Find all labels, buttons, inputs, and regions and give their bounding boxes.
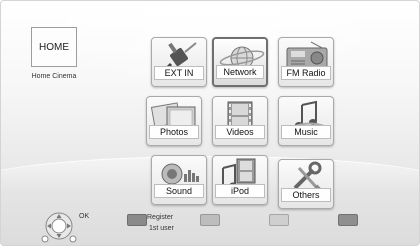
background-swoosh (1, 156, 419, 217)
photos-icon (150, 102, 196, 130)
remote-cursor-ok-icon (41, 212, 77, 243)
tile-music[interactable]: Music (278, 96, 334, 146)
network-globe-icon (219, 46, 265, 70)
tile-label: iPod (215, 184, 265, 198)
ipod-icon (217, 158, 256, 190)
tile-sound[interactable]: Sound (151, 155, 207, 205)
home-subtitle: Home Cinema (31, 73, 77, 80)
tile-label: EXT IN (154, 66, 204, 80)
footer-guide: OK Register 1st user (1, 209, 419, 245)
blue-key-icon (338, 214, 358, 226)
tile-label: FM Radio (281, 66, 331, 80)
home-title: HOME (39, 41, 69, 53)
green-key-icon (200, 214, 220, 226)
tile-ipod[interactable]: iPod (212, 155, 268, 205)
tile-network[interactable]: Network (212, 37, 268, 87)
ext-in-plug-icon (159, 42, 197, 76)
music-note-icon (288, 100, 328, 130)
tile-fm-radio[interactable]: FM Radio (278, 37, 334, 87)
tile-others[interactable]: Others (278, 159, 334, 209)
register-user-hint: Register 1st user (147, 212, 197, 234)
register-line1: Register (147, 214, 174, 221)
film-strip-icon (227, 101, 253, 131)
red-key-icon (127, 214, 147, 226)
tile-label: Videos (215, 125, 265, 139)
register-line2: 1st user (149, 225, 174, 232)
tile-videos[interactable]: Videos (212, 96, 268, 146)
tile-label: Music (281, 125, 331, 139)
radio-icon (286, 41, 328, 69)
tile-photos[interactable]: Photos (146, 96, 202, 146)
home-title-box: HOME (31, 27, 77, 67)
tile-ext-in[interactable]: EXT IN (151, 37, 207, 87)
tile-label: Network (216, 65, 264, 79)
ok-label: OK (79, 213, 90, 220)
yellow-key-icon (269, 214, 289, 226)
wrench-tools-icon (293, 161, 322, 192)
tile-label: Others (281, 188, 331, 202)
home-menu-screen: HOME Home Cinema EXT IN Network FM Radio… (0, 0, 420, 246)
tile-label: Photos (149, 125, 199, 139)
tile-label: Sound (154, 184, 204, 198)
speaker-sound-icon (161, 163, 199, 185)
